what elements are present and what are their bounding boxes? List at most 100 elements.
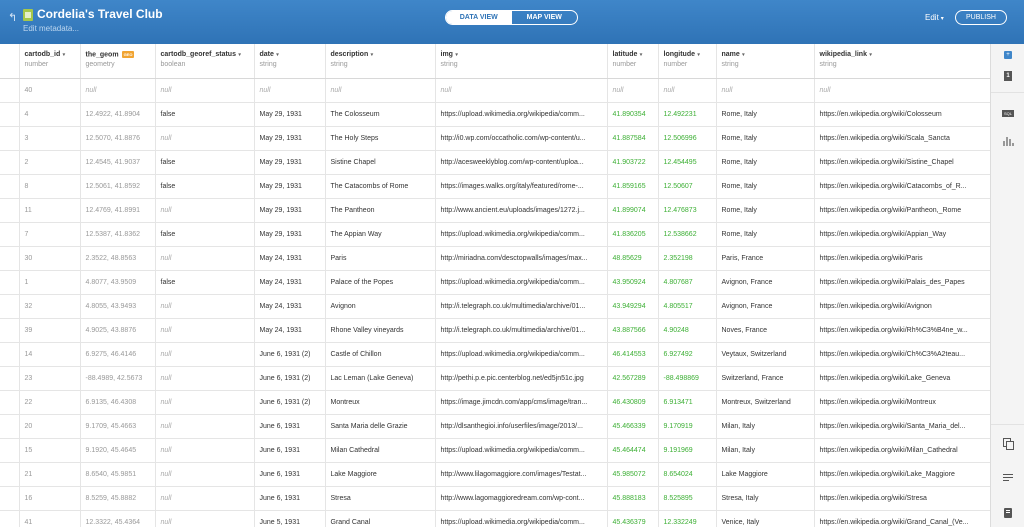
table-cell[interactable]: 2 (19, 150, 81, 175)
table-cell[interactable]: http://i0.wp.com/occatholic.com/wp-conte… (435, 126, 608, 151)
table-cell[interactable]: null (155, 390, 255, 415)
table-cell[interactable]: 41.859165 (607, 174, 659, 199)
table-cell[interactable]: false (155, 102, 255, 127)
table-cell[interactable]: 45.888183 (607, 486, 659, 511)
table-cell[interactable]: 8.6540, 45.9851 (80, 462, 156, 487)
table-cell[interactable]: http://pethi.p.e.pic.centerblog.net/ed5j… (435, 366, 608, 391)
table-cell[interactable]: null (155, 486, 255, 511)
row-selector[interactable] (0, 150, 20, 175)
table-cell[interactable]: http://i.telegraph.co.uk/multimedia/arch… (435, 294, 608, 319)
table-cell[interactable]: 4.807687 (658, 270, 717, 295)
comment-icon[interactable] (1003, 474, 1013, 482)
row-selector[interactable] (0, 414, 20, 439)
table-cell[interactable]: 9.1709, 45.4663 (80, 414, 156, 439)
table-cell[interactable]: 9.1920, 45.4645 (80, 438, 156, 463)
table-cell[interactable]: Milan Cathedral (325, 438, 436, 463)
table-cell[interactable]: https://upload.wikimedia.org/wikipedia/c… (435, 102, 608, 127)
table-cell[interactable]: 12.492231 (658, 102, 717, 127)
table-cell[interactable]: 9.191969 (658, 438, 717, 463)
row-selector[interactable] (0, 126, 20, 151)
tab-data-view[interactable]: DATA VIEW (446, 11, 512, 24)
row-selector[interactable] (0, 78, 20, 103)
table-cell[interactable]: 20 (19, 414, 81, 439)
table-cell[interactable]: May 29, 1931 (254, 198, 326, 223)
row-selector[interactable] (0, 390, 20, 415)
table-cell[interactable]: Stresa, Italy (716, 486, 815, 511)
table-cell[interactable]: https://en.wikipedia.org/wiki/Santa_Mari… (814, 414, 990, 439)
table-cell[interactable]: 45.985072 (607, 462, 659, 487)
chevron-down-icon[interactable]: ▾ (61, 52, 66, 58)
table-cell[interactable]: 16 (19, 486, 81, 511)
table-cell[interactable]: 4 (19, 102, 81, 127)
row-selector[interactable] (0, 510, 20, 527)
table-cell[interactable]: null (658, 78, 717, 103)
table-cell[interactable]: The Holy Steps (325, 126, 436, 151)
table-cell[interactable]: Avignon (325, 294, 436, 319)
table-cell[interactable]: Paris (325, 246, 436, 271)
row-selector[interactable] (0, 198, 20, 223)
table-cell[interactable]: https://en.wikipedia.org/wiki/Grand_Cana… (814, 510, 990, 527)
table-cell[interactable]: http://www.lagomaggioredream.com/wp-cont… (435, 486, 608, 511)
column-header-longitude[interactable]: longitude ▾ number (658, 44, 717, 79)
table-cell[interactable]: 8.654024 (658, 462, 717, 487)
table-cell[interactable]: 12.5061, 41.8592 (80, 174, 156, 199)
table-cell[interactable]: Palace of the Popes (325, 270, 436, 295)
table-cell[interactable]: null (155, 510, 255, 527)
table-cell[interactable]: null (155, 318, 255, 343)
table-cell[interactable]: June 6, 1931 (254, 462, 326, 487)
table-row[interactable]: 30 2.3522, 48.8563 null May 24, 1931 Paris ht… (0, 246, 990, 271)
table-cell[interactable]: 12.5387, 41.8362 (80, 222, 156, 247)
row-selector[interactable] (0, 342, 20, 367)
table-cell[interactable]: 12.50607 (658, 174, 717, 199)
column-header-date[interactable]: date ▾ string (254, 44, 326, 79)
table-cell[interactable]: Paris, France (716, 246, 815, 271)
table-cell[interactable]: 12.4545, 41.9037 (80, 150, 156, 175)
table-cell[interactable]: null (716, 78, 815, 103)
table-cell[interactable]: 8.525895 (658, 486, 717, 511)
table-cell[interactable]: 12.5070, 41.8876 (80, 126, 156, 151)
table-cell[interactable]: https://en.wikipedia.org/wiki/Palais_des… (814, 270, 990, 295)
document-icon[interactable] (1004, 508, 1012, 518)
table-cell[interactable]: null (325, 78, 436, 103)
table-cell[interactable]: May 24, 1931 (254, 318, 326, 343)
table-cell[interactable]: Rome, Italy (716, 102, 815, 127)
table-cell[interactable]: 22 (19, 390, 81, 415)
sql-icon[interactable]: SQL (1002, 110, 1014, 117)
table-cell[interactable]: https://upload.wikimedia.org/wikipedia/c… (435, 270, 608, 295)
column-name[interactable]: wikipedia_link ▾ (820, 51, 990, 58)
table-cell[interactable]: Rome, Italy (716, 174, 815, 199)
table-cell[interactable]: https://en.wikipedia.org/wiki/Appian_Way (814, 222, 990, 247)
table-cell[interactable]: 12.476873 (658, 198, 717, 223)
table-row[interactable]: 2 12.4545, 41.9037 false May 29, 1931 Sistin… (0, 150, 990, 175)
table-cell[interactable]: 4.9025, 43.8876 (80, 318, 156, 343)
table-cell[interactable]: Switzerland, France (716, 366, 815, 391)
table-cell[interactable]: null (435, 78, 608, 103)
table-cell[interactable]: Venice, Italy (716, 510, 815, 527)
table-cell[interactable]: https://en.wikipedia.org/wiki/Milan_Cath… (814, 438, 990, 463)
table-cell[interactable]: 40 (19, 78, 81, 103)
table-cell[interactable]: 41.836205 (607, 222, 659, 247)
table-cell[interactable]: https://en.wikipedia.org/wiki/Pantheon,_… (814, 198, 990, 223)
table-row[interactable]: 15 9.1920, 45.4645 null June 6, 1931 Milan C… (0, 438, 990, 463)
table-cell[interactable]: 23 (19, 366, 81, 391)
table-cell[interactable]: 15 (19, 438, 81, 463)
table-cell[interactable]: -88.4989, 42.5673 (80, 366, 156, 391)
row-selector[interactable] (0, 174, 20, 199)
copy-icon[interactable] (1003, 438, 1014, 450)
table-cell[interactable]: The Colosseum (325, 102, 436, 127)
table-cell[interactable]: 41.903722 (607, 150, 659, 175)
table-cell[interactable]: 2.3522, 48.8563 (80, 246, 156, 271)
table-cell[interactable]: 12.506996 (658, 126, 717, 151)
table-cell[interactable]: 12.332249 (658, 510, 717, 527)
table-row[interactable]: 20 9.1709, 45.4663 null June 6, 1931 Santa M… (0, 414, 990, 439)
column-header-description[interactable]: description ▾ string (325, 44, 436, 79)
table-cell[interactable]: null (607, 78, 659, 103)
table-cell[interactable]: Montreux, Switzerland (716, 390, 815, 415)
column-name[interactable]: img ▾ (441, 51, 607, 58)
table-cell[interactable]: https://en.wikipedia.org/wiki/Colosseum (814, 102, 990, 127)
table-cell[interactable]: Stresa (325, 486, 436, 511)
table-cell[interactable]: https://upload.wikimedia.org/wikipedia/c… (435, 342, 608, 367)
row-selector[interactable] (0, 246, 20, 271)
table-cell[interactable]: 12.538662 (658, 222, 717, 247)
table-cell[interactable]: https://upload.wikimedia.org/wikipedia/c… (435, 438, 608, 463)
